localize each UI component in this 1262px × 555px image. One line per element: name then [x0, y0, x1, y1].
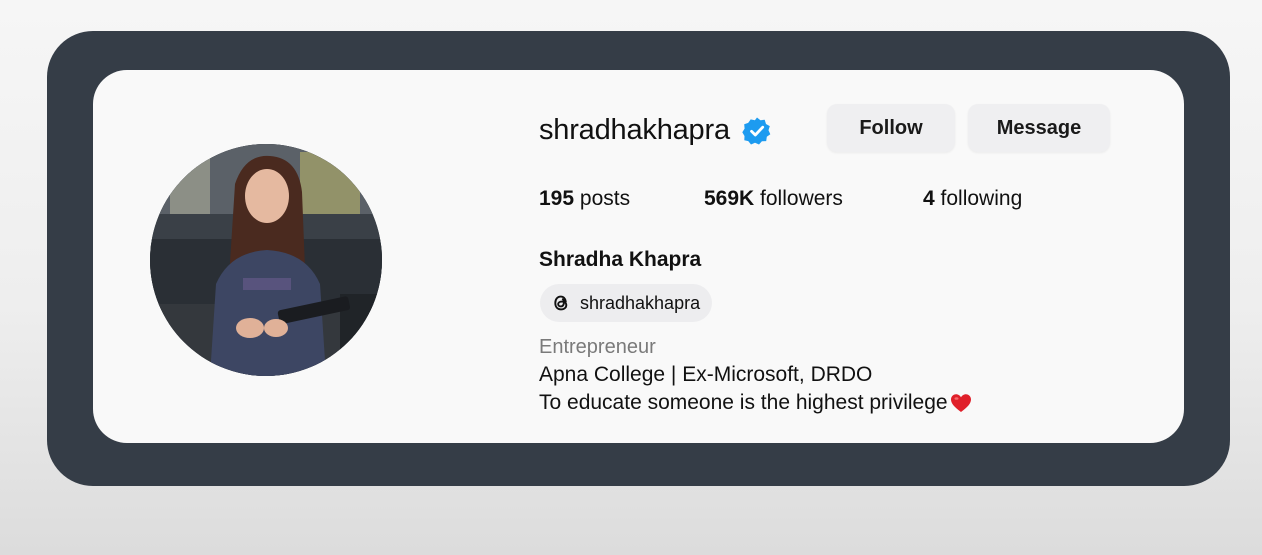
verified-badge-icon: [742, 116, 772, 146]
followers-stat[interactable]: 569K followers: [704, 187, 843, 211]
bio-line-2: To educate someone is the highest privil…: [539, 391, 972, 415]
posts-stat[interactable]: 195 posts: [539, 187, 630, 211]
threads-link[interactable]: shradhakhapra: [540, 284, 713, 322]
avatar[interactable]: [150, 144, 382, 376]
following-stat[interactable]: 4 following: [923, 187, 1022, 211]
category-label: Entrepreneur: [539, 336, 656, 358]
posts-label: posts: [579, 187, 631, 210]
following-count: 4: [923, 187, 935, 210]
message-button[interactable]: Message: [968, 104, 1110, 152]
bio-line-1: Apna College | Ex-Microsoft, DRDO: [539, 363, 873, 386]
followers-count: 569K: [704, 187, 755, 210]
followers-label: followers: [760, 187, 843, 210]
posts-count: 195: [539, 187, 575, 210]
full-name: Shradha Khapra: [539, 248, 702, 271]
avatar-photo: [150, 144, 382, 376]
bio-line-2-text: To educate someone is the highest privil…: [539, 391, 948, 414]
threads-handle: shradhakhapra: [580, 292, 701, 313]
red-heart-icon: [950, 393, 972, 413]
follow-button[interactable]: Follow: [827, 104, 955, 152]
username-row: shradhakhapra: [539, 110, 772, 150]
threads-icon: [550, 292, 572, 314]
username: shradhakhapra: [539, 113, 730, 146]
following-label: following: [940, 187, 1023, 210]
